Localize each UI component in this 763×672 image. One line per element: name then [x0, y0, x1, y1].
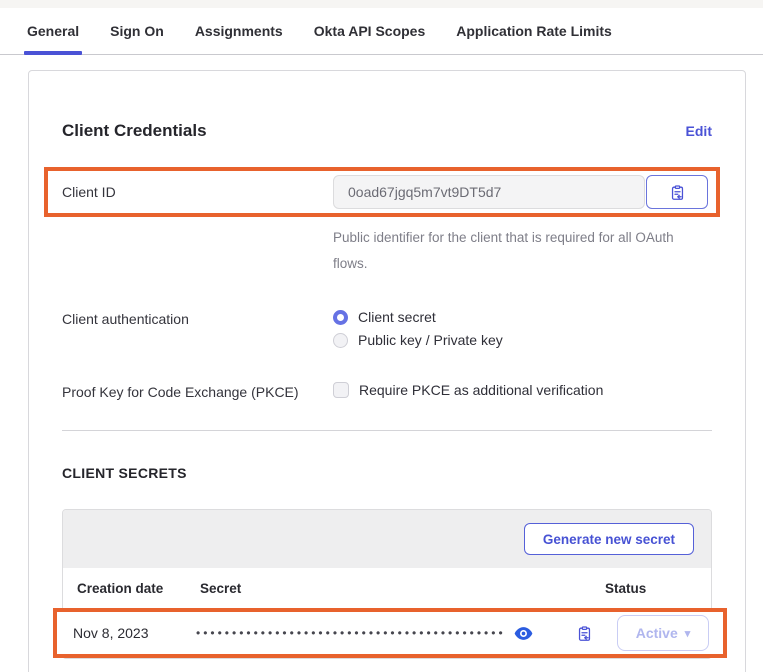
pkce-checkbox-label: Require PKCE as additional verification — [359, 382, 603, 398]
eye-icon — [514, 626, 533, 641]
pkce-label: Proof Key for Code Exchange (PKCE) — [62, 382, 333, 400]
status-dropdown[interactable]: Active ▾ — [617, 615, 709, 651]
header-creation-date: Creation date — [77, 581, 200, 596]
top-strip — [0, 0, 763, 8]
radio-option-public-private-key: Public key / Private key — [333, 332, 503, 348]
chevron-down-icon: ▾ — [685, 627, 691, 640]
secret-cell: ••••••••••••••••••••••••••••••••••••••••… — [196, 624, 574, 643]
client-id-annotation-box: Client ID — [44, 167, 720, 217]
section-divider — [62, 430, 712, 431]
generate-new-secret-button[interactable]: Generate new secret — [524, 523, 694, 555]
client-id-help-text: Public identifier for the client that is… — [333, 225, 685, 277]
client-secrets-toolbar: Generate new secret — [63, 510, 711, 568]
section-title: Client Credentials — [62, 121, 207, 141]
tab-general[interactable]: General — [27, 8, 79, 54]
table-row: Nov 8, 2023 ••••••••••••••••••••••••••••… — [57, 612, 723, 654]
general-settings-card: Client Credentials Edit Client ID — [28, 70, 746, 672]
client-id-input-group — [333, 175, 708, 209]
radio-unselected-icon[interactable] — [333, 333, 348, 348]
tab-sign-on[interactable]: Sign On — [110, 8, 164, 54]
clipboard-copy-icon — [576, 625, 593, 642]
reveal-secret-button[interactable] — [512, 624, 535, 643]
client-id-label: Client ID — [62, 184, 333, 200]
header-status: Status — [605, 581, 697, 596]
edit-link[interactable]: Edit — [686, 123, 712, 139]
tab-application-rate-limits[interactable]: Application Rate Limits — [456, 8, 612, 54]
secret-creation-date: Nov 8, 2023 — [73, 625, 196, 641]
client-authentication-options: Client secret Public key / Private key — [333, 309, 503, 348]
client-secrets-panel: Generate new secret Creation date Secret… — [62, 509, 712, 659]
pkce-checkbox[interactable] — [333, 382, 349, 398]
clipboard-copy-icon — [669, 184, 686, 201]
client-authentication-row: Client authentication Client secret Publ… — [62, 309, 712, 348]
copy-secret-button[interactable] — [574, 623, 595, 644]
client-secrets-heading: CLIENT SECRETS — [62, 465, 712, 481]
client-id-row: Client ID — [62, 175, 711, 209]
radio-option-label: Client secret — [358, 309, 436, 325]
radio-option-client-secret: Client secret — [333, 309, 503, 325]
status-label: Active — [636, 625, 678, 641]
header-secret: Secret — [200, 581, 605, 596]
pkce-row: Proof Key for Code Exchange (PKCE) Requi… — [62, 382, 712, 400]
secret-row-annotation-box: Nov 8, 2023 ••••••••••••••••••••••••••••… — [53, 608, 727, 658]
pkce-option: Require PKCE as additional verification — [333, 382, 603, 398]
tab-bar: General Sign On Assignments Okta API Sco… — [0, 8, 763, 55]
client-id-input[interactable] — [333, 175, 645, 209]
radio-option-label: Public key / Private key — [358, 332, 503, 348]
secrets-table-header: Creation date Secret Status — [63, 568, 711, 608]
client-authentication-label: Client authentication — [62, 309, 333, 327]
radio-selected-icon[interactable] — [333, 310, 348, 325]
tab-okta-api-scopes[interactable]: Okta API Scopes — [314, 8, 426, 54]
client-credentials-header: Client Credentials Edit — [62, 121, 712, 141]
masked-secret-value: ••••••••••••••••••••••••••••••••••••••••… — [196, 627, 506, 639]
copy-client-id-button[interactable] — [646, 175, 708, 209]
tab-assignments[interactable]: Assignments — [195, 8, 283, 54]
